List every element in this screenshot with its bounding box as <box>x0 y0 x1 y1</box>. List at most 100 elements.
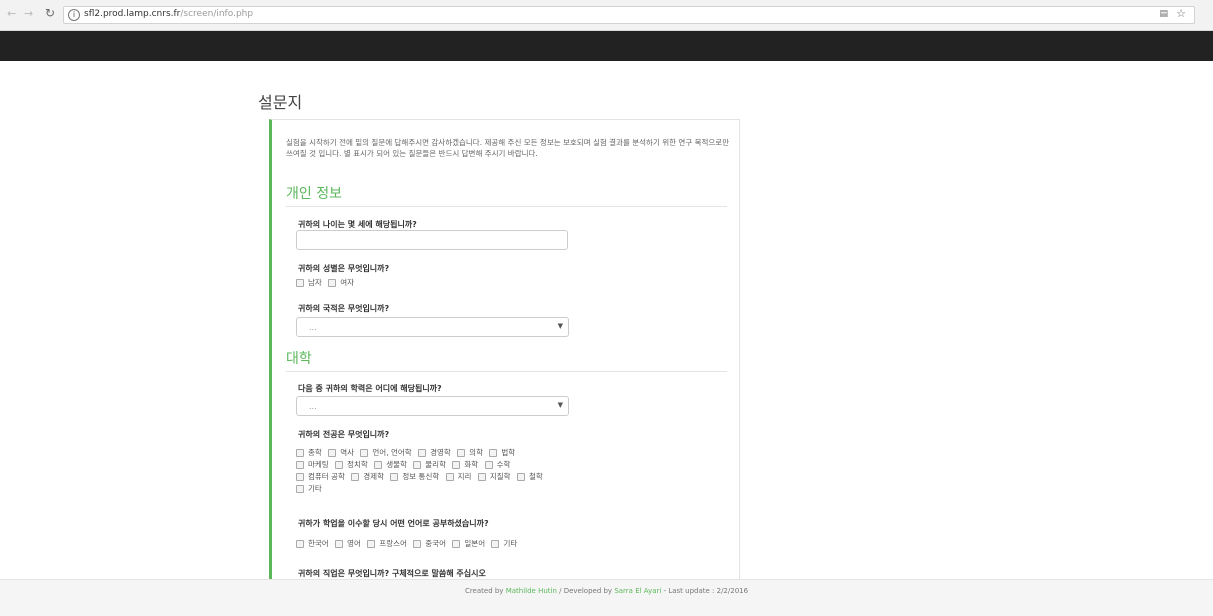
checkbox[interactable] <box>296 485 304 493</box>
url-path: /screen/info.php <box>180 9 254 19</box>
section-personal-heading: 개인 정보 <box>286 183 727 207</box>
checkbox[interactable] <box>296 461 304 469</box>
major-option[interactable]: 의학 <box>457 447 483 459</box>
language-option[interactable]: 한국어 <box>296 538 329 550</box>
major-option[interactable]: 기타 <box>296 483 322 495</box>
option-label: 의학 <box>469 448 483 457</box>
nationality-select[interactable]: ... ▼ <box>296 317 569 337</box>
option-label: 법학 <box>501 448 516 457</box>
major-option[interactable]: 종학 <box>296 447 322 459</box>
option-label: 정치학 <box>347 460 368 469</box>
major-question: 귀하의 전공은 무엇입니까? <box>298 430 390 439</box>
major-option[interactable]: 지리 <box>445 471 471 483</box>
option-label: 정보 통신학 <box>402 472 440 481</box>
option-label: 경제학 <box>363 472 384 481</box>
language-option[interactable]: 기타 <box>491 538 517 550</box>
checkbox[interactable] <box>335 461 344 469</box>
degree-select[interactable]: ... ▼ <box>296 396 569 416</box>
page-footer: Created by Mathilde Hutin / Developed by… <box>0 579 1213 616</box>
address-bar[interactable]: i sfl2.prod.lamp.cnrs.fr/screen/info.php… <box>63 6 1195 24</box>
major-option[interactable]: 정보 통신학 <box>390 471 439 483</box>
major-option[interactable]: 경제학 <box>351 471 384 483</box>
major-option[interactable]: 화학 <box>452 459 478 471</box>
option-label: 역사 <box>340 448 355 457</box>
checkbox[interactable] <box>367 540 376 548</box>
language-question: 귀하가 학업을 이수할 당시 어떤 언어로 공부하셨습니까? <box>298 519 489 528</box>
language-option[interactable]: 일본어 <box>452 538 485 550</box>
reader-mode-icon[interactable]: ▤ <box>1159 9 1168 19</box>
checkbox[interactable] <box>328 279 337 287</box>
footer-author-link[interactable]: Mathilde Hutin <box>506 587 557 595</box>
checkbox[interactable] <box>374 461 383 469</box>
checkbox[interactable] <box>452 461 461 469</box>
checkbox[interactable] <box>484 461 493 469</box>
language-option[interactable]: 프랑스어 <box>367 538 407 550</box>
major-option[interactable]: 철학 <box>516 471 543 483</box>
option-label: 한국어 <box>308 539 329 548</box>
footer-last-update: - Last update : 2/2/2016 <box>661 587 749 595</box>
footer-developer-link[interactable]: Sarra El Ayari <box>614 587 661 595</box>
gender-option-female[interactable]: 여자 <box>328 277 354 289</box>
age-input[interactable] <box>296 230 568 250</box>
major-option[interactable]: 지질학 <box>477 471 511 483</box>
checkbox[interactable] <box>452 540 461 548</box>
option-label: 마케팅 <box>308 460 329 469</box>
checkbox[interactable] <box>296 449 304 457</box>
checkbox[interactable] <box>360 449 369 457</box>
checkbox[interactable] <box>328 449 337 457</box>
gender-option-male[interactable]: 남자 <box>296 277 322 289</box>
degree-question: 다음 중 귀하의 학력은 어디에 해당됩니까? <box>298 384 442 393</box>
checkbox[interactable] <box>489 449 498 457</box>
major-options-row: 마케팅 정치학 생물학 물리학 화학 수학 <box>296 459 547 471</box>
checkbox[interactable] <box>418 449 427 457</box>
checkbox[interactable] <box>445 473 454 481</box>
major-options-row: 종학 역사 언어, 언어학 경영학 의학 법학 <box>296 447 547 459</box>
language-options: 한국어 영어 프랑스어 중국어 일본어 기타 <box>296 538 521 552</box>
survey-form: 실험을 시작하기 전에 밑의 질문에 답해주시면 감사하겠습니다. 제공해 주신… <box>269 119 740 591</box>
language-option[interactable]: 중국어 <box>413 538 446 550</box>
major-option[interactable]: 역사 <box>328 447 354 459</box>
checkbox[interactable] <box>477 473 486 481</box>
checkbox[interactable] <box>491 540 500 548</box>
url-host: sfl2.prod.lamp.cnrs.fr <box>84 9 181 19</box>
major-option[interactable]: 물리학 <box>413 459 446 471</box>
option-label: 컴퓨터 공학 <box>308 472 345 481</box>
major-option[interactable]: 언어, 언어학 <box>360 447 412 459</box>
checkbox[interactable] <box>351 473 360 481</box>
forward-icon[interactable]: → <box>24 8 33 20</box>
option-label: 화학 <box>464 460 479 469</box>
option-label: 여자 <box>340 278 355 287</box>
option-label: 남자 <box>308 278 322 287</box>
major-option[interactable]: 생물학 <box>374 459 407 471</box>
language-option[interactable]: 영어 <box>335 538 361 550</box>
major-option[interactable]: 정치학 <box>335 459 368 471</box>
page-title: 설문지 <box>258 93 303 112</box>
back-icon[interactable]: ← <box>7 8 16 20</box>
checkbox[interactable] <box>413 540 422 548</box>
checkbox[interactable] <box>390 473 399 481</box>
bookmark-star-icon[interactable]: ☆ <box>1176 7 1186 20</box>
checkbox[interactable] <box>413 461 422 469</box>
major-option[interactable]: 법학 <box>489 447 515 459</box>
option-label: 프랑스어 <box>379 539 407 548</box>
reload-icon[interactable]: ↻ <box>45 7 55 19</box>
checkbox[interactable] <box>335 540 344 548</box>
option-label: 종학 <box>308 448 322 457</box>
major-option[interactable]: 마케팅 <box>296 459 329 471</box>
major-option[interactable]: 컴퓨터 공학 <box>296 471 345 483</box>
checkbox[interactable] <box>296 473 304 481</box>
checkbox[interactable] <box>296 540 304 548</box>
info-icon[interactable]: i <box>68 9 80 21</box>
checkbox[interactable] <box>296 279 304 287</box>
major-options-row: 컴퓨터 공학 경제학 정보 통신학 지리 지질학 철학 <box>296 471 547 483</box>
intro-text: 실험을 시작하기 전에 밑의 질문에 답해주시면 감사하겠습니다. 제공해 주신… <box>286 138 730 158</box>
option-label: 지질학 <box>489 472 511 481</box>
checkbox[interactable] <box>457 449 466 457</box>
gender-options: 남자 여자 <box>296 277 358 291</box>
checkbox[interactable] <box>516 473 525 481</box>
option-label: 중국어 <box>425 539 446 548</box>
major-option[interactable]: 경영학 <box>418 447 451 459</box>
option-label: 영어 <box>347 539 361 548</box>
major-option[interactable]: 수학 <box>484 459 510 471</box>
age-question: 귀하의 나이는 몇 세에 해당됩니까? <box>298 220 417 229</box>
